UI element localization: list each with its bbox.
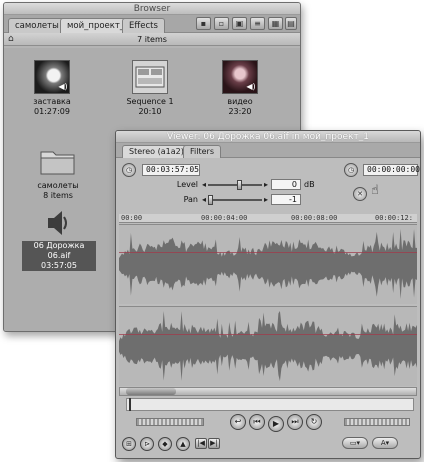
browser-tab-row: самолеты мой_проект_1 Effects ▪ ▫ ▣ ≡ ▦ …	[4, 15, 300, 33]
speaker-icon: ◀)	[58, 82, 68, 91]
pan-slider[interactable]: ◂ ▸	[202, 195, 268, 205]
level-slider[interactable]: ◂ ▸	[202, 180, 268, 190]
tab-stereo[interactable]: Stereo (a1a2)	[122, 145, 191, 158]
browser-path-bar: ⌂ 7 items	[4, 33, 300, 46]
timeline-ruler: 00:00 00:00:04:00 00:00:08:00 00:00:12:	[119, 214, 417, 223]
add-marker-button[interactable]: ▲	[176, 437, 190, 451]
browser-item[interactable]: Sequence 1 20:10	[110, 60, 190, 117]
video-thumbnail: ◀)	[222, 60, 258, 94]
play-around-button[interactable]: ↻	[306, 414, 322, 430]
viewer-window: Viewer: 06 Дорожка 06.aif in мой_проект_…	[115, 130, 421, 459]
generator-popup-icon[interactable]: ▭▾	[342, 437, 368, 449]
item-name: Sequence 1	[126, 97, 174, 106]
mark-clip-button[interactable]: ◆	[158, 437, 172, 451]
match-frame-button[interactable]: ⊞	[122, 437, 136, 451]
playhead[interactable]	[129, 398, 131, 411]
viewer-title: Viewer: 06 Дорожка 06.aif in мой_проект_…	[116, 131, 420, 143]
duration-timecode[interactable]: 00:03:57:05	[142, 164, 200, 176]
current-timecode[interactable]: 00:00:00:00	[363, 164, 420, 176]
view-list-button[interactable]: ≡	[250, 17, 265, 30]
pan-slider-thumb[interactable]	[208, 195, 213, 205]
view-medium-icons-button[interactable]: ▫	[214, 17, 229, 30]
waveform-shape	[119, 310, 417, 382]
mark-out-button[interactable]: |◀	[195, 438, 207, 449]
pan-right-icon[interactable]: ▸	[264, 195, 268, 205]
view-small-icons-button[interactable]: ▪	[196, 17, 211, 30]
pointer-cursor-icon: ☝	[371, 183, 379, 198]
reset-button[interactable]: ✕	[353, 187, 367, 201]
viewer-tab-row: Stereo (a1a2) Filters	[116, 143, 420, 158]
item-name: самолеты	[37, 181, 79, 190]
tab-samolety[interactable]: самолеты	[8, 18, 66, 33]
playhead-clock-icon[interactable]: ◷	[344, 163, 358, 177]
horizontal-scrollbar[interactable]	[119, 387, 417, 396]
browser-item[interactable]: самолеты 8 items	[18, 146, 98, 201]
level-label: Level	[176, 180, 198, 189]
recent-clips-popup-icon[interactable]: A▾	[372, 437, 398, 449]
item-duration: 20:10	[138, 107, 162, 116]
sequence-icon	[132, 60, 168, 94]
pan-left-icon[interactable]: ◂	[202, 195, 206, 205]
ruler-tick-label: 00:00:12:	[375, 214, 413, 222]
level-unit: dB	[304, 180, 315, 189]
item-name: видео	[227, 97, 253, 106]
browser-item-selected[interactable]: 06 Дорожка 06.aif 03:57:05	[22, 208, 96, 271]
ruler-tick-label: 00:00:04:00	[201, 214, 248, 222]
item-duration: 01:27:09	[34, 107, 70, 116]
pan-value[interactable]: -1	[271, 194, 301, 205]
browser-item[interactable]: ◀) заставка 01:27:09	[12, 60, 92, 117]
pan-track	[208, 199, 262, 201]
item-name: 06 Дорожка 06.aif	[22, 241, 96, 261]
jog-control[interactable]	[344, 418, 410, 426]
scrollbar-thumb[interactable]	[126, 388, 176, 395]
tab-effects[interactable]: Effects	[122, 18, 165, 33]
pan-label: Pan	[183, 195, 198, 204]
go-to-next-edit-button[interactable]: ⏭	[287, 414, 303, 430]
level-decrease-icon[interactable]: ◂	[202, 180, 206, 190]
audio-file-icon	[44, 208, 74, 238]
folder-up-icon[interactable]: ⌂	[8, 33, 14, 46]
folder-icon	[38, 146, 78, 178]
mark-out-button-2[interactable]: ▶|	[208, 438, 220, 449]
item-name: заставка	[33, 97, 71, 106]
level-track	[208, 184, 262, 186]
waveform-channel-2[interactable]	[119, 306, 417, 386]
item-count: 7 items	[137, 35, 167, 44]
speaker-icon: ◀)	[246, 82, 256, 91]
item-duration: 03:57:05	[22, 261, 96, 271]
waveform-channel-1[interactable]	[119, 224, 417, 304]
level-value[interactable]: 0	[271, 179, 301, 190]
level-slider-thumb[interactable]	[237, 180, 243, 190]
go-to-previous-edit-button[interactable]: ⏮	[249, 414, 265, 430]
view-extra-button[interactable]: ▤	[285, 17, 297, 30]
play-in-to-out-button[interactable]: ↩	[230, 414, 246, 430]
browser-title: Browser	[4, 3, 300, 15]
level-increase-icon[interactable]: ▸	[264, 180, 268, 190]
mark-in-button[interactable]: ⊳	[140, 437, 154, 451]
item-duration: 23:20	[228, 107, 252, 116]
ruler-tick-label: 00:00	[121, 214, 143, 222]
tab-filters[interactable]: Filters	[183, 145, 221, 158]
transport-controls: ↩ ⏮ ▶ ⏭ ↻ ⊞ ⊳ ◆ ▲ |◀ ▶| ▭▾ A▾	[116, 412, 420, 457]
view-grid-button[interactable]: ▦	[268, 17, 283, 30]
video-thumbnail: ◀)	[34, 60, 70, 94]
ruler-tick-label: 00:00:08:00	[291, 214, 338, 222]
browser-item[interactable]: ◀) видео 23:20	[200, 60, 280, 117]
item-duration: 8 items	[43, 191, 73, 200]
shuttle-control[interactable]	[136, 418, 204, 426]
view-large-icons-button[interactable]: ▣	[232, 17, 247, 30]
waveform-shape	[119, 228, 417, 299]
play-button[interactable]: ▶	[268, 416, 284, 432]
duration-clock-icon[interactable]: ◷	[122, 163, 136, 177]
scrubber-bar[interactable]	[126, 398, 414, 411]
